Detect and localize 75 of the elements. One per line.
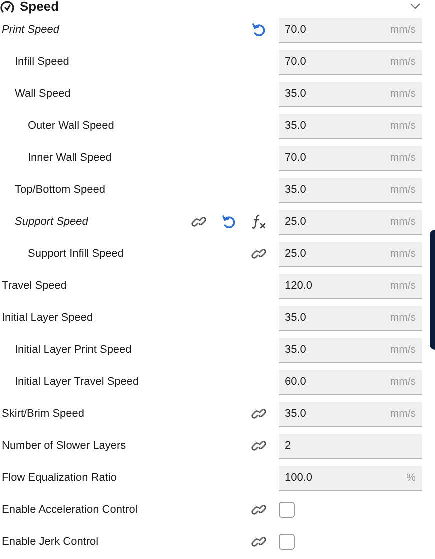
checkbox[interactable] xyxy=(279,502,295,518)
value-field[interactable]: 35.0 mm/s xyxy=(279,338,422,362)
setting-label: Outer Wall Speed xyxy=(27,120,116,132)
setting-label: Initial Layer Speed xyxy=(1,312,94,324)
setting-label: Travel Speed xyxy=(1,280,68,292)
reset-icon[interactable] xyxy=(221,214,237,230)
field-value: 35.0 xyxy=(285,184,306,196)
value-field[interactable]: 120.0 mm/s xyxy=(279,274,422,298)
setting-label: Number of Slower Layers xyxy=(1,440,128,452)
setting-label: Initial Layer Print Speed xyxy=(14,344,133,356)
setting-label: Top/Bottom Speed xyxy=(14,184,107,196)
setting-label: Enable Acceleration Control xyxy=(1,504,139,516)
field-value: 35.0 xyxy=(285,312,306,324)
field-value: 25.0 xyxy=(285,248,306,260)
unit-label: mm/s xyxy=(390,248,416,260)
setting-label: Initial Layer Travel Speed xyxy=(14,376,140,388)
setting-label: Print Speed xyxy=(1,24,61,36)
value-field[interactable]: 2 xyxy=(279,434,422,458)
unit-label: mm/s xyxy=(390,280,416,292)
field-value: 60.0 xyxy=(285,376,306,388)
value-field[interactable]: 35.0 mm/s xyxy=(279,82,422,106)
link-icon[interactable] xyxy=(251,406,267,422)
value-field[interactable]: 70.0 mm/s xyxy=(279,146,422,170)
setting-label: Wall Speed xyxy=(14,88,72,100)
field-value: 70.0 xyxy=(285,152,306,164)
field-value: 35.0 xyxy=(285,88,306,100)
field-value: 25.0 xyxy=(285,216,306,228)
unit-label: mm/s xyxy=(390,376,416,388)
value-field[interactable]: 35.0 mm/s xyxy=(279,114,422,138)
field-value: 100.0 xyxy=(285,472,313,484)
chevron-icon[interactable] xyxy=(410,2,421,10)
link-icon[interactable] xyxy=(251,502,267,518)
value-field[interactable]: 60.0 mm/s xyxy=(279,370,422,394)
unit-label: mm/s xyxy=(390,216,416,228)
unit-label: mm/s xyxy=(390,120,416,132)
setting-label: Skirt/Brim Speed xyxy=(1,408,86,420)
setting-label: Inner Wall Speed xyxy=(27,152,113,164)
unit-label: mm/s xyxy=(390,408,416,420)
field-value: 35.0 xyxy=(285,120,306,132)
value-field[interactable]: 35.0 mm/s xyxy=(279,178,422,202)
unit-label: mm/s xyxy=(390,56,416,68)
field-value: 35.0 xyxy=(285,344,306,356)
unit-label: mm/s xyxy=(390,24,416,36)
field-value: 70.0 xyxy=(285,56,306,68)
link-icon[interactable] xyxy=(251,534,267,550)
unit-label: mm/s xyxy=(390,184,416,196)
link-icon[interactable] xyxy=(191,214,207,230)
value-field[interactable]: 70.0 mm/s xyxy=(279,18,422,42)
value-field[interactable]: 70.0 mm/s xyxy=(279,50,422,74)
unit-label: mm/s xyxy=(390,344,416,356)
field-value: 2 xyxy=(285,440,292,452)
value-field[interactable]: 35.0 mm/s xyxy=(279,402,422,426)
field-value: 120.0 xyxy=(285,280,313,292)
setting-label: Enable Jerk Control xyxy=(1,536,100,548)
formula-icon[interactable] xyxy=(251,214,267,230)
link-icon[interactable] xyxy=(251,246,267,262)
value-field[interactable]: 25.0 mm/s xyxy=(279,242,422,266)
setting-label: Infill Speed xyxy=(14,56,70,68)
unit-label: mm/s xyxy=(390,88,416,100)
unit-label: % xyxy=(406,472,416,484)
value-field[interactable]: 25.0 mm/s xyxy=(279,210,422,234)
unit-label: mm/s xyxy=(390,152,416,164)
field-value: 70.0 xyxy=(285,24,306,36)
link-icon[interactable] xyxy=(251,438,267,454)
setting-label: Support Infill Speed xyxy=(27,248,126,260)
reset-icon[interactable] xyxy=(251,22,267,38)
gauge-icon xyxy=(0,0,15,12)
section-title: Speed xyxy=(20,0,60,14)
value-field[interactable]: 100.0 % xyxy=(279,466,422,490)
field-value: 35.0 xyxy=(285,408,306,420)
setting-label: Flow Equalization Ratio xyxy=(1,472,118,484)
setting-label: Support Speed xyxy=(14,216,90,228)
value-field[interactable]: 35.0 mm/s xyxy=(279,306,422,330)
unit-label: mm/s xyxy=(390,312,416,324)
checkbox[interactable] xyxy=(279,534,295,550)
